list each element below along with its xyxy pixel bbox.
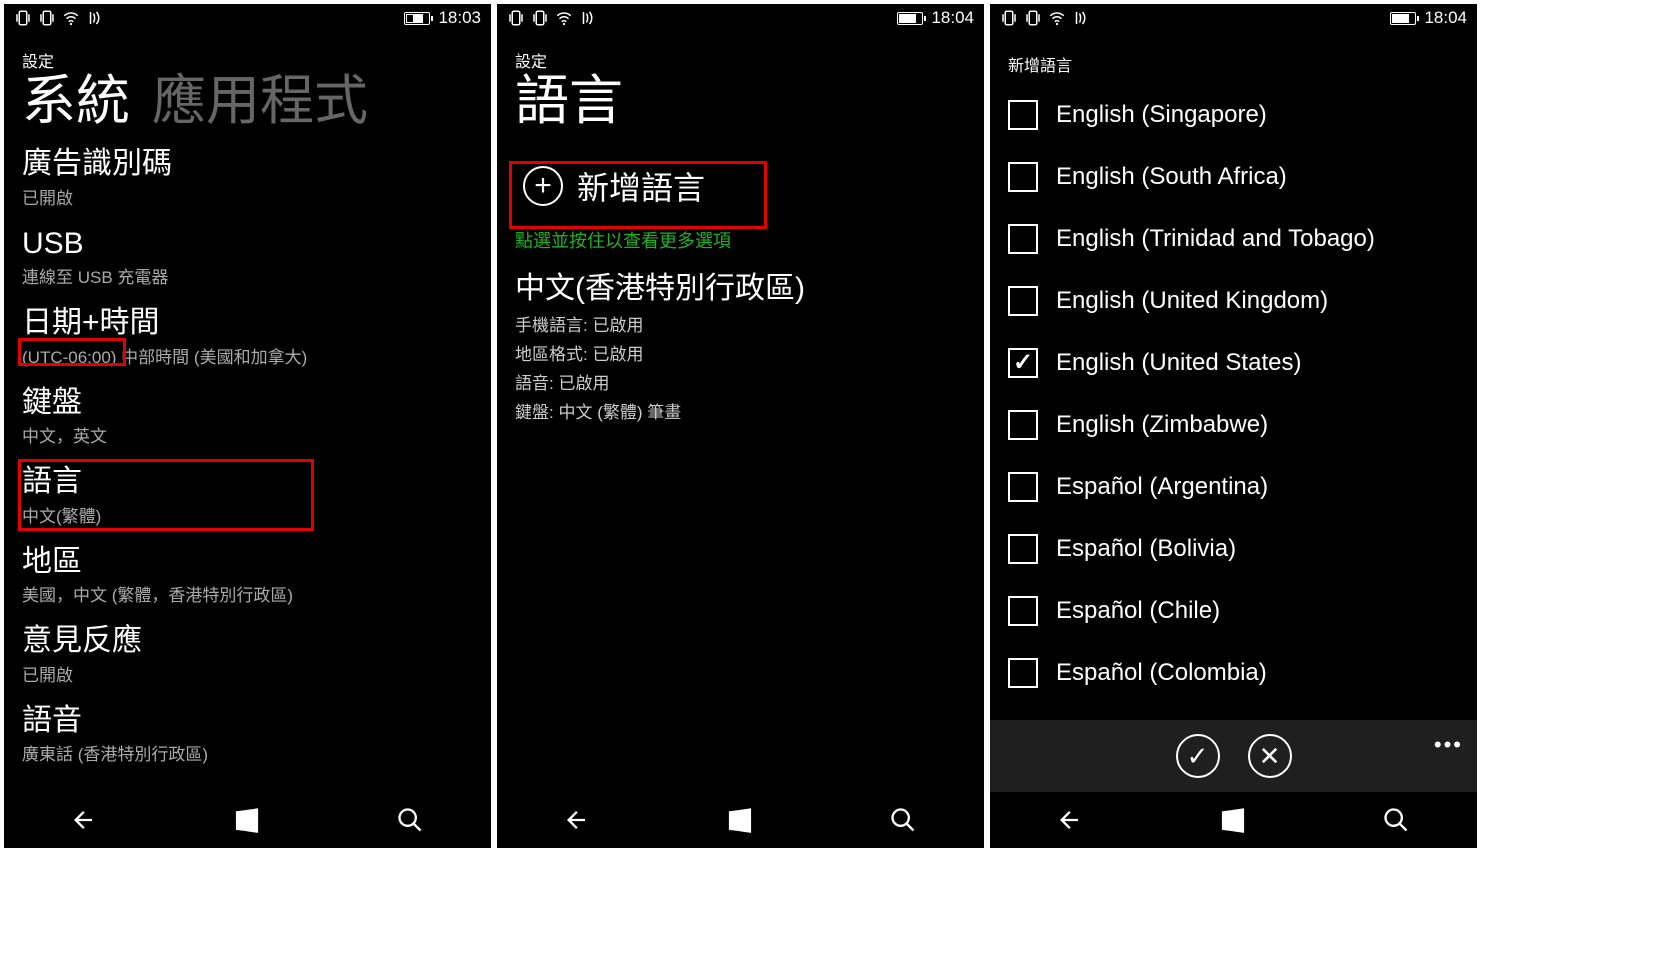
status-time: 18:04 <box>1424 8 1467 28</box>
language-option[interactable]: English (Singapore) <box>1008 84 1459 146</box>
page-title: 語言 <box>497 72 984 137</box>
language-detail: 語音: 已啟用 <box>515 369 966 394</box>
vibrate-icon <box>507 9 525 27</box>
language-option-label: Español (Chile) <box>1056 597 1220 625</box>
status-bar: 18:03 <box>4 4 491 32</box>
back-button[interactable] <box>1043 800 1099 840</box>
checkbox-icon[interactable] <box>1008 410 1038 440</box>
more-button[interactable]: ••• <box>1434 732 1463 758</box>
language-detail: 地區格式: 已啟用 <box>515 340 966 365</box>
back-button[interactable] <box>57 800 113 840</box>
language-option[interactable]: English (United Kingdom) <box>1008 270 1459 332</box>
wifi-icon <box>62 9 80 27</box>
start-button[interactable] <box>1205 800 1261 840</box>
checkbox-icon[interactable] <box>1008 534 1038 564</box>
language-option[interactable]: English (South Africa) <box>1008 146 1459 208</box>
setting-advertising-id[interactable]: 廣告識別碼 已開啟 <box>22 137 473 217</box>
checkbox-icon[interactable] <box>1008 348 1038 378</box>
status-time: 18:04 <box>931 8 974 28</box>
wifi-icon <box>555 9 573 27</box>
status-bar: 18:04 <box>990 4 1477 32</box>
checkbox-icon[interactable] <box>1008 658 1038 688</box>
setting-speech[interactable]: 語音 廣東話 (香港特別行政區) <box>22 694 473 774</box>
language-page-content: + 新增語言 點選並按住以查看更多選項 中文(香港特別行政區) 手機語言: 已啟… <box>497 137 984 792</box>
vibrate-icon <box>1000 9 1018 27</box>
status-bar: 18:04 <box>497 4 984 32</box>
language-option[interactable]: Español (Bolivia) <box>1008 518 1459 580</box>
plus-icon: + <box>523 166 563 206</box>
language-detail: 鍵盤: 中文 (繁體) 筆畫 <box>515 398 966 423</box>
checkbox-icon[interactable] <box>1008 596 1038 626</box>
language-option-label: Español (Bolivia) <box>1056 535 1236 563</box>
nfc-icon <box>579 9 597 27</box>
language-name: 中文(香港特別行政區) <box>515 263 966 307</box>
checkbox-icon[interactable] <box>1008 100 1038 130</box>
battery-icon <box>1390 12 1416 25</box>
pivot-tabs: 系統 應用程式 <box>4 72 491 137</box>
breadcrumb: 設定 <box>497 32 984 72</box>
setting-date-time[interactable]: 日期+時間 (UTC-06:00) 中部時間 (美國和加拿大) <box>22 296 473 376</box>
language-detail: 手機語言: 已啟用 <box>515 311 966 336</box>
language-entry[interactable]: 中文(香港特別行政區) 手機語言: 已啟用 地區格式: 已啟用 語音: 已啟用 … <box>515 263 966 423</box>
checkbox-icon[interactable] <box>1008 224 1038 254</box>
setting-language[interactable]: 語言 中文(繁體) <box>22 455 473 535</box>
language-option-label: English (United Kingdom) <box>1056 287 1328 315</box>
language-option-label: Español (Argentina) <box>1056 473 1268 501</box>
breadcrumb: 設定 <box>4 32 491 72</box>
battery-icon <box>897 12 923 25</box>
app-bar: ✓ ✕ ••• <box>990 720 1477 792</box>
language-select-list[interactable]: English (Singapore) English (South Africa… <box>990 76 1477 720</box>
battery-charging-icon <box>404 12 430 25</box>
wifi-icon <box>1048 9 1066 27</box>
tab-system[interactable]: 系統 <box>22 72 130 131</box>
vibrate-icon <box>14 9 32 27</box>
search-button[interactable] <box>875 800 931 840</box>
checkbox-icon[interactable] <box>1008 472 1038 502</box>
language-option-label: English (South Africa) <box>1056 163 1287 191</box>
vibrate-icon <box>38 9 56 27</box>
search-button[interactable] <box>382 800 438 840</box>
setting-keyboard[interactable]: 鍵盤 中文，英文 <box>22 376 473 456</box>
settings-list[interactable]: 廣告識別碼 已開啟 USB 連線至 USB 充電器 日期+時間 (UTC-06:… <box>4 137 491 792</box>
language-option-label: Español (Colombia) <box>1056 659 1267 687</box>
navigation-bar <box>990 792 1477 848</box>
navigation-bar <box>497 792 984 848</box>
start-button[interactable] <box>712 800 768 840</box>
setting-feedback[interactable]: 意見反應 已開啟 <box>22 614 473 694</box>
language-option[interactable]: Español (Chile) <box>1008 580 1459 642</box>
back-button[interactable] <box>550 800 606 840</box>
nfc-icon <box>1072 9 1090 27</box>
phone-screen-language-settings: 18:04 設定 語言 + 新增語言 點選並按住以查看更多選項 中文(香港特別行… <box>497 4 984 848</box>
add-language-label: 新增語言 <box>577 163 705 209</box>
setting-usb[interactable]: USB 連線至 USB 充電器 <box>22 217 473 297</box>
checkbox-icon[interactable] <box>1008 162 1038 192</box>
navigation-bar <box>4 792 491 848</box>
checkbox-icon[interactable] <box>1008 286 1038 316</box>
language-option[interactable]: Español (Colombia) <box>1008 642 1459 704</box>
nfc-icon <box>86 9 104 27</box>
phone-screen-system-settings: 18:03 設定 系統 應用程式 廣告識別碼 已開啟 USB 連線至 USB 充… <box>4 4 491 848</box>
status-time: 18:03 <box>438 8 481 28</box>
search-button[interactable] <box>1368 800 1424 840</box>
vibrate-icon <box>531 9 549 27</box>
cancel-button[interactable]: ✕ <box>1248 734 1292 778</box>
language-option-label: English (Zimbabwe) <box>1056 411 1268 439</box>
language-option-label: English (Trinidad and Tobago) <box>1056 225 1375 253</box>
language-option[interactable]: Español (Argentina) <box>1008 456 1459 518</box>
setting-region[interactable]: 地區 美國，中文 (繁體，香港特別行政區) <box>22 535 473 615</box>
language-option[interactable]: English (United States) <box>1008 332 1459 394</box>
language-option[interactable]: English (Zimbabwe) <box>1008 394 1459 456</box>
language-option[interactable]: English (Trinidad and Tobago) <box>1008 208 1459 270</box>
tab-apps[interactable]: 應用程式 <box>152 72 368 131</box>
confirm-button[interactable]: ✓ <box>1176 734 1220 778</box>
start-button[interactable] <box>219 800 275 840</box>
hint-text: 點選並按住以查看更多選項 <box>515 225 966 263</box>
vibrate-icon <box>1024 9 1042 27</box>
language-option-label: English (Singapore) <box>1056 101 1267 129</box>
phone-screen-add-language: 18:04 新增語言 English (Singapore)English (S… <box>990 4 1477 848</box>
language-option-label: English (United States) <box>1056 349 1301 377</box>
add-language-button[interactable]: + 新增語言 <box>515 151 966 221</box>
page-title: 新增語言 <box>990 32 1477 76</box>
